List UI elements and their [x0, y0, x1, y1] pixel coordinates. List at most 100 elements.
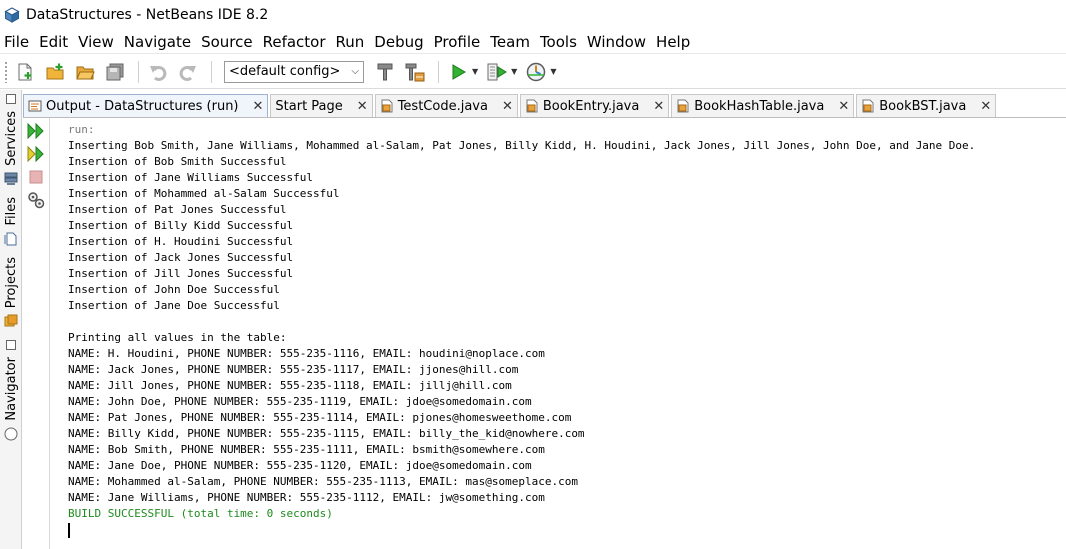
tab-label: BookEntry.java	[542, 98, 640, 114]
output-line: Insertion of Billy Kidd Successful	[68, 219, 294, 232]
menu-help[interactable]: Help	[651, 33, 695, 51]
output-line: Insertion of Pat Jones Successful	[68, 203, 287, 216]
menu-tools[interactable]: Tools	[535, 33, 582, 51]
main-toolbar: <default config> ⌵ ▼ ▼ ▼	[0, 55, 1066, 89]
output-line: NAME: Jane Doe, PHONE NUMBER: 555-235-11…	[68, 459, 532, 472]
close-icon[interactable]: ✕	[253, 99, 264, 114]
minimize-icon[interactable]	[6, 340, 16, 350]
menu-debug[interactable]: Debug	[369, 33, 428, 51]
sidebar-tab-navigator[interactable]: Navigator	[0, 340, 22, 444]
rerun-with-options-icon[interactable]	[27, 145, 45, 163]
projects-icon	[4, 314, 18, 328]
clean-build-icon[interactable]	[372, 59, 398, 85]
tab-testcode-java[interactable]: TestCode.java ✕	[374, 94, 518, 117]
minimize-icon[interactable]	[6, 94, 16, 104]
menu-team[interactable]: Team	[485, 33, 535, 51]
menu-bar: File Edit View Navigate Source Refactor …	[0, 30, 1066, 54]
sidebar-tab-label: Files	[3, 197, 19, 226]
menu-window[interactable]: Window	[582, 33, 651, 51]
output-line: Insertion of Jill Jones Successful	[68, 267, 294, 280]
output-line: Printing all values in the table:	[68, 331, 287, 344]
rerun-icon[interactable]	[27, 122, 45, 140]
toolbar-separator	[138, 60, 139, 83]
menu-file[interactable]: File	[0, 33, 34, 51]
toolbar-grip[interactable]	[4, 60, 8, 83]
tab-bookhashtable-java[interactable]: BookHashTable.java ✕	[671, 94, 855, 117]
output-line: run:	[68, 123, 95, 136]
output-line: NAME: H. Houdini, PHONE NUMBER: 555-235-…	[68, 347, 545, 360]
output-line: NAME: Jack Jones, PHONE NUMBER: 555-235-…	[68, 363, 519, 376]
profile-dropdown-icon[interactable]: ▼	[550, 67, 556, 76]
java-file-icon	[861, 99, 875, 113]
output-line: NAME: Jill Jones, PHONE NUMBER: 555-235-…	[68, 379, 512, 392]
editor-tab-bar: Output - DataStructures (run) ✕ Start Pa…	[23, 94, 1066, 118]
menu-edit[interactable]: Edit	[34, 33, 73, 51]
tab-bookentry-java[interactable]: BookEntry.java ✕	[519, 94, 670, 117]
redo-icon[interactable]	[175, 59, 201, 85]
output-console[interactable]: run: Inserting Bob Smith, Jane Williams, …	[51, 118, 1066, 549]
output-actions	[23, 118, 50, 549]
close-icon[interactable]: ✕	[502, 99, 513, 114]
text-caret	[68, 522, 70, 538]
run-dropdown-icon[interactable]: ▼	[472, 67, 478, 76]
title-bar: DataStructures - NetBeans IDE 8.2	[0, 0, 1066, 30]
menu-run[interactable]: Run	[331, 33, 370, 51]
menu-refactor[interactable]: Refactor	[258, 33, 331, 51]
java-file-icon	[525, 99, 539, 113]
tab-label: TestCode.java	[397, 98, 488, 114]
settings-icon[interactable]	[27, 191, 45, 209]
debug-icon[interactable]	[484, 59, 510, 85]
sidebar-tab-label: Projects	[3, 257, 19, 309]
config-dropdown[interactable]: <default config> ⌵	[224, 60, 364, 83]
output-line: NAME: Bob Smith, PHONE NUMBER: 555-235-1…	[68, 443, 545, 456]
left-sidebar: Services Files Projects Navigator	[0, 90, 22, 549]
new-file-icon[interactable]	[12, 59, 38, 85]
output-line: NAME: John Doe, PHONE NUMBER: 555-235-11…	[68, 395, 532, 408]
menu-source[interactable]: Source	[196, 33, 258, 51]
tab-label: BookHashTable.java	[694, 98, 825, 114]
run-icon[interactable]	[445, 59, 471, 85]
sidebar-tab-label: Services	[3, 111, 19, 166]
tab-bookbst-java[interactable]: BookBST.java ✕	[856, 94, 997, 117]
java-file-icon	[676, 99, 690, 113]
output-line: Insertion of John Doe Successful	[68, 283, 280, 296]
tab-output[interactable]: Output - DataStructures (run) ✕	[23, 94, 269, 117]
output-line: Insertion of Jane Doe Successful	[68, 299, 280, 312]
netbeans-cube-icon	[4, 7, 20, 23]
toolbar-separator	[438, 60, 439, 83]
close-icon[interactable]: ✕	[980, 99, 991, 114]
output-line: Insertion of Mohammed al-Salam Successfu…	[68, 187, 340, 200]
output-line: NAME: Jane Williams, PHONE NUMBER: 555-2…	[68, 491, 545, 504]
java-file-icon	[380, 99, 394, 113]
menu-view[interactable]: View	[73, 33, 119, 51]
close-icon[interactable]: ✕	[838, 99, 849, 114]
profile-icon[interactable]	[523, 59, 549, 85]
output-line: Insertion of Jane Williams Successful	[68, 171, 314, 184]
chevron-down-icon: ⌵	[351, 66, 359, 77]
menu-navigate[interactable]: Navigate	[119, 33, 196, 51]
tab-label: BookBST.java	[879, 98, 967, 114]
open-project-icon[interactable]	[72, 59, 98, 85]
save-all-icon[interactable]	[102, 59, 128, 85]
navigator-icon	[4, 427, 18, 441]
sidebar-tab-services[interactable]: Services	[0, 94, 22, 189]
tab-label: Start Page	[275, 98, 343, 114]
menu-profile[interactable]: Profile	[429, 33, 486, 51]
sidebar-tab-files[interactable]: Files	[0, 194, 22, 249]
close-icon[interactable]: ✕	[357, 99, 368, 114]
config-value: <default config>	[229, 64, 341, 79]
sidebar-tab-projects[interactable]: Projects	[0, 254, 22, 331]
output-line: Inserting Bob Smith, Jane Williams, Moha…	[68, 139, 976, 152]
close-icon[interactable]: ✕	[653, 99, 664, 114]
output-icon	[28, 99, 42, 113]
tab-start-page[interactable]: Start Page ✕	[270, 94, 373, 117]
undo-icon[interactable]	[145, 59, 171, 85]
files-icon	[4, 232, 18, 246]
output-input-line[interactable]	[68, 522, 1066, 538]
stop-icon[interactable]	[27, 168, 45, 186]
output-line: Insertion of H. Houdini Successful	[68, 235, 294, 248]
build-icon[interactable]	[402, 59, 428, 85]
debug-dropdown-icon[interactable]: ▼	[511, 67, 517, 76]
new-project-icon[interactable]	[42, 59, 68, 85]
